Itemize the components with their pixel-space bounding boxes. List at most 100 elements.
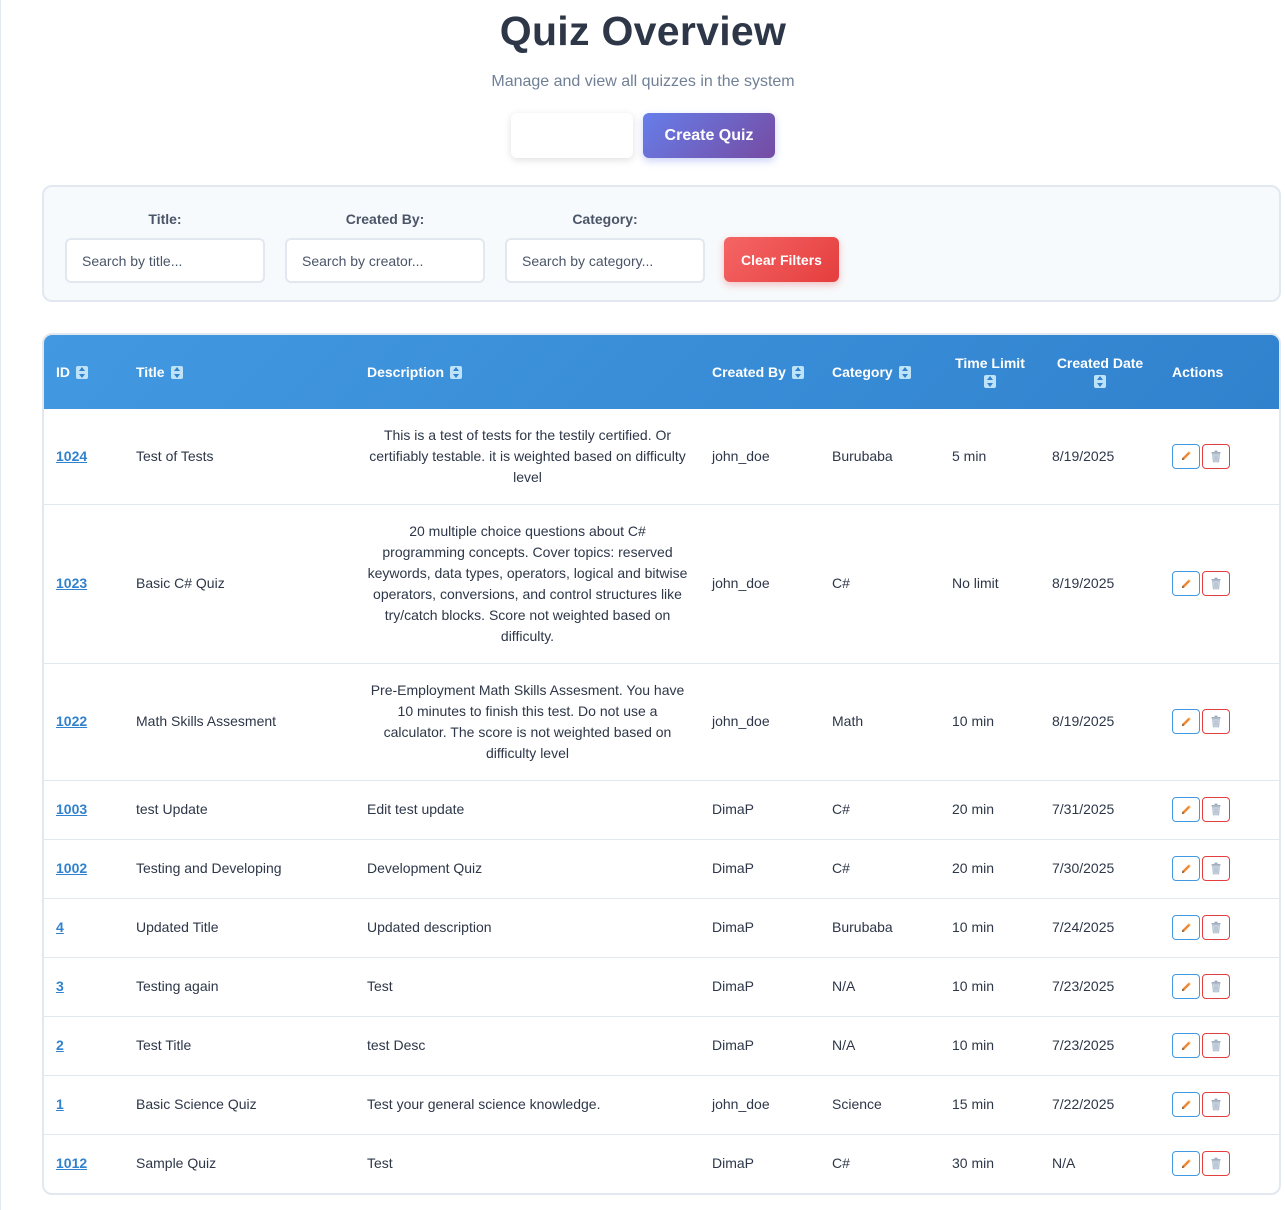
cell-created-date: 7/31/2025 [1040,780,1160,840]
pencil-icon [1180,1158,1192,1170]
cell-time-limit: 10 min [940,898,1040,958]
create-quiz-button[interactable]: Create Quiz [643,113,775,158]
cell-category: C# [820,504,940,664]
trash-icon [1210,803,1222,816]
edit-button[interactable] [1172,443,1200,469]
pencil-icon [1180,863,1192,875]
delete-button[interactable] [1202,856,1230,881]
column-header-id-label: ID [56,364,70,380]
creator-filter-input[interactable] [285,238,485,283]
cell-time-limit: 10 min [940,957,1040,1017]
table-row: 1002 Testing and Developing Development Qu… [44,839,1279,899]
cell-description: Edit test update [355,780,700,840]
delete-button[interactable] [1202,915,1230,940]
clear-filters-button[interactable]: Clear Filters [724,237,839,282]
title-filter-input[interactable] [65,238,265,283]
cell-time-limit: 30 min [952,1155,995,1172]
sort-icon [450,366,463,379]
creator-filter-label: Created By: [345,211,425,227]
quiz-id-link[interactable]: 1003 [56,801,87,817]
quiz-id-link[interactable]: 4 [56,919,64,935]
cell-title: Sample Quiz [136,1155,217,1172]
column-header-description[interactable]: Description [355,335,700,409]
quiz-id-link[interactable]: 1002 [56,860,87,876]
quiz-id-link[interactable]: 1022 [56,713,87,729]
column-header-category-label: Category [832,364,893,380]
category-filter-input[interactable] [505,238,705,283]
quiz-id-link[interactable]: 3 [56,978,64,994]
cell-description: test Desc [355,1016,700,1076]
page-subtitle: Manage and view all quizzes in the syste… [491,73,795,90]
edit-button[interactable] [1172,1033,1200,1058]
edit-button[interactable] [1172,1151,1200,1177]
cell-description: Pre-Employment Math Skills Assesment. Yo… [355,663,700,781]
delete-button[interactable] [1202,974,1230,999]
cell-actions [1160,409,1279,505]
trash-icon [1210,980,1222,993]
blank-button[interactable] [511,113,633,158]
table-row: 1 Basic Science Quiz Test your general sci… [44,1075,1279,1135]
cell-title: Test of Tests [124,409,355,505]
column-header-time-limit[interactable]: Time Limit [940,335,1040,409]
column-header-created-date[interactable]: Created Date [1040,335,1160,409]
delete-button[interactable] [1202,571,1230,596]
row-actions [1172,1092,1269,1117]
cell-created-date: 7/22/2025 [1040,1075,1160,1135]
delete-button[interactable] [1202,1033,1230,1058]
cell-id: 1003 [44,780,124,840]
quiz-id-link[interactable]: 1023 [56,575,87,591]
cell-created-by: john_doe [700,1075,820,1135]
cell-created-date: 7/23/2025 [1040,1016,1160,1076]
cell-created-by: DimaP [700,839,820,899]
column-header-time-limit-label: Time Limit [955,355,1025,371]
sort-icon [1094,375,1106,388]
quiz-id-link[interactable]: 1012 [56,1155,87,1171]
edit-button[interactable] [1172,797,1200,822]
delete-button[interactable] [1202,797,1230,822]
trash-icon [1210,862,1222,875]
column-header-created-by[interactable]: Created By [700,335,820,409]
column-header-created-date-label: Created Date [1056,355,1144,371]
cell-category: Science [820,1075,940,1135]
row-actions [1172,571,1269,596]
trash-icon [1210,577,1222,590]
pencil-icon [1180,922,1192,934]
edit-button[interactable] [1172,974,1200,999]
row-actions [1172,915,1269,940]
quiz-id-link[interactable]: 2 [56,1037,64,1053]
row-actions [1172,1151,1269,1177]
cell-id: 1022 [44,663,124,781]
cell-description: Updated description [355,898,700,958]
cell-title: Updated Title [124,898,355,958]
edit-button[interactable] [1172,571,1200,596]
cell-category: C# [832,1155,850,1172]
edit-button[interactable] [1172,915,1200,940]
trash-icon [1210,1039,1222,1052]
delete-button[interactable] [1202,1151,1230,1177]
column-header-title[interactable]: Title [124,335,355,409]
cell-id: 3 [44,957,124,1017]
page-header: Quiz Overview Manage and view all quizze… [1,0,1285,158]
pencil-icon [1180,804,1192,816]
cell-created-date: 7/24/2025 [1040,898,1160,958]
cell-category: C# [820,780,940,840]
table-body: 1024 Test of Tests This is a test of tests… [44,409,1279,1193]
quiz-id-link[interactable]: 1 [56,1096,64,1112]
creator-filter-group: Created By: [285,209,485,283]
pencil-icon [1180,450,1192,462]
cell-title: Basic C# Quiz [124,504,355,664]
quiz-id-link[interactable]: 1024 [56,448,87,464]
delete-button[interactable] [1202,1092,1230,1117]
edit-button[interactable] [1172,856,1200,881]
edit-button[interactable] [1172,709,1200,734]
delete-button[interactable] [1202,709,1230,734]
edit-button[interactable] [1172,1092,1200,1117]
sort-icon [791,366,804,379]
cell-time-limit: 10 min [940,663,1040,781]
cell-created-by: DimaP [700,898,820,958]
column-header-category[interactable]: Category [820,335,940,409]
delete-button[interactable] [1202,443,1230,469]
cell-actions [1160,957,1279,1017]
column-header-id[interactable]: ID [44,335,124,409]
cell-id: 4 [44,898,124,958]
